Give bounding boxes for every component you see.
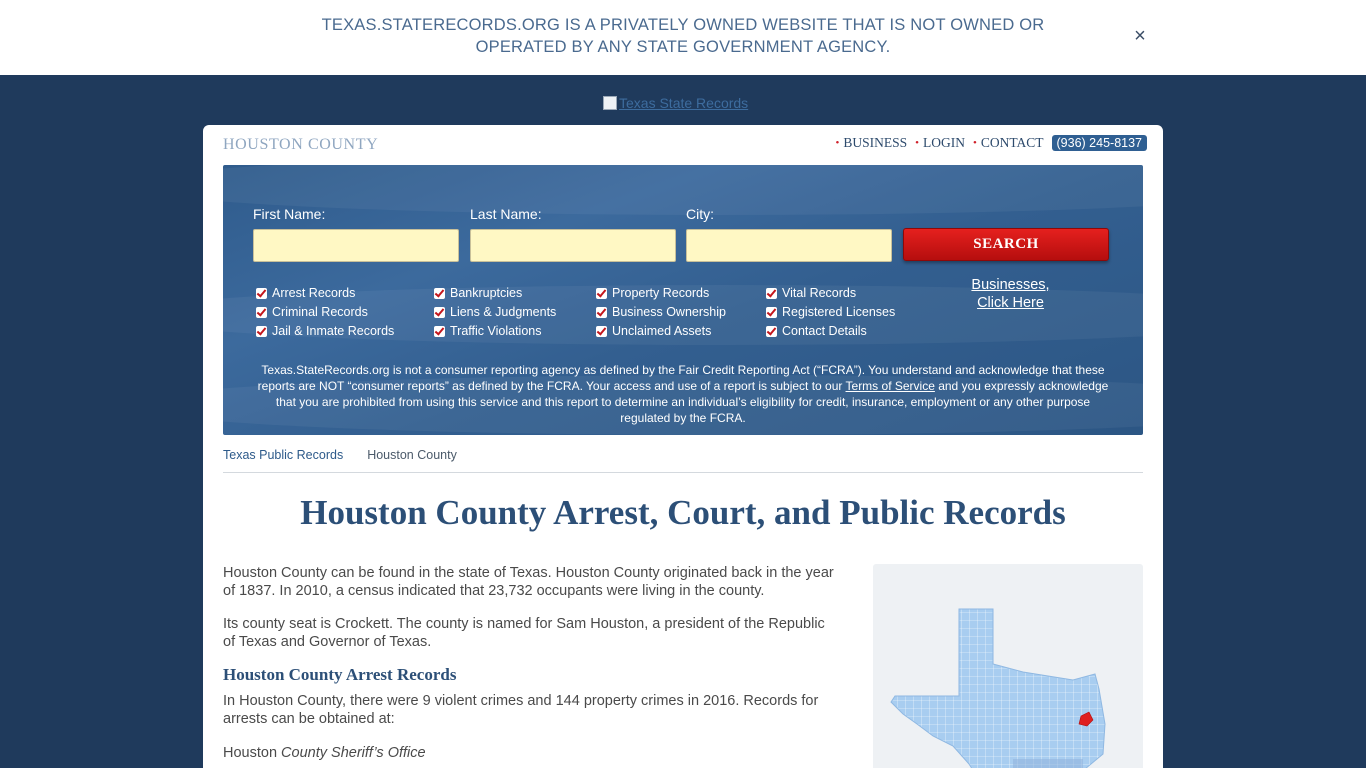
top-nav: • BUSINESS • LOGIN • CONTACT (936) 245-8137 [835,135,1147,151]
page-title: Houston County Arrest, Court, and Public… [300,493,1066,532]
privacy-notice-text: TEXAS.STATERECORDS.ORG IS A PRIVATELY OW… [321,16,1045,56]
site-logo-link[interactable]: Texas State Records [603,95,748,111]
phone-badge[interactable]: (936) 245-8137 [1051,135,1147,151]
close-icon[interactable]: × [1131,26,1149,46]
checkbox-arrest-records[interactable]: Arrest Records [256,285,394,301]
checkbox-bankruptcies[interactable]: Bankruptcies [434,285,556,301]
checkbox-checked-icon[interactable] [596,287,607,299]
checkbox-checked-icon[interactable] [596,306,607,318]
checkbox-checked-icon[interactable] [434,306,445,318]
checkbox-checked-icon[interactable] [256,287,267,299]
checkbox-unclaimed-assets[interactable]: Unclaimed Assets [596,323,726,339]
checkbox-checked-icon[interactable] [434,325,445,337]
checkbox-checked-icon[interactable] [766,325,777,337]
arrest-records-paragraph: In Houston County, there were 9 violent … [223,693,819,727]
checkbox-business-ownership[interactable]: Business Ownership [596,304,726,320]
nav-business[interactable]: • BUSINESS [835,135,907,151]
city-label: City: [686,206,714,222]
checkbox-checked-icon[interactable] [434,287,445,299]
checkbox-jail-inmate-records[interactable]: Jail & Inmate Records [256,323,394,339]
breadcrumb-current: Houston County [367,448,457,462]
arrest-records-heading: Houston County Arrest Records [223,665,457,684]
texas-shape [890,608,1106,768]
checkbox-liens-judgments[interactable]: Liens & Judgments [434,304,556,320]
texas-map-icon [890,608,1106,768]
checkbox-registered-licenses[interactable]: Registered Licenses [766,304,895,320]
bullet-icon: • [835,137,840,149]
checkbox-criminal-records[interactable]: Criminal Records [256,304,394,320]
nav-contact[interactable]: • CONTACT [973,135,1044,151]
county-header-title: HOUSTON COUNTY [223,136,379,153]
checkbox-checked-icon[interactable] [596,325,607,337]
flag-wave-decoration [223,165,1143,215]
checkbox-column: Property Records Business Ownership Uncl… [596,285,726,339]
checkbox-checked-icon[interactable] [256,306,267,318]
logo-alt-text: Texas State Records [619,95,749,111]
fcra-disclaimer: Texas.StateRecords.org is not a consumer… [257,363,1109,425]
checkbox-traffic-violations[interactable]: Traffic Violations [434,323,556,339]
breadcrumb-texas-public-records[interactable]: Texas Public Records [223,448,343,462]
broken-image-icon [603,96,617,110]
last-name-label: Last Name: [470,206,542,222]
checkbox-checked-icon[interactable] [256,325,267,337]
bullet-icon: • [915,137,919,149]
search-button[interactable]: SEARCH [903,228,1109,261]
map-shaded-region [1013,759,1083,768]
sheriff-office-line: Houston County Sheriff’s Office [223,745,426,761]
first-name-input[interactable] [253,229,459,262]
checkbox-contact-details[interactable]: Contact Details [766,323,895,339]
checkbox-vital-records[interactable]: Vital Records [766,285,895,301]
checkbox-column: Arrest Records Criminal Records Jail & I… [256,285,394,339]
checkbox-checked-icon[interactable] [766,306,777,318]
checkbox-property-records[interactable]: Property Records [596,285,726,301]
content-card: HOUSTON COUNTY • BUSINESS • LOGIN • CONTACT… [203,125,1163,768]
breadcrumb: Texas Public Records Houston County [223,448,457,462]
checkbox-column: Vital Records Registered Licenses Contac… [766,285,895,339]
last-name-input[interactable] [470,229,676,262]
nav-login[interactable]: • LOGIN [915,135,965,151]
bullet-icon: • [972,137,977,149]
divider [223,472,1143,473]
businesses-link[interactable]: Businesses, Click Here [963,276,1058,312]
privacy-notice-bar: TEXAS.STATERECORDS.ORG IS A PRIVATELY OW… [0,0,1366,75]
city-input[interactable] [686,229,892,262]
sheriff-office-name: County Sheriff’s Office [281,745,426,761]
checkbox-column: Bankruptcies Liens & Judgments Traffic V… [434,285,556,339]
county-map [873,564,1143,768]
search-panel: First Name: Last Name: City: SEARCH Arre… [223,165,1143,435]
checkbox-checked-icon[interactable] [766,287,777,299]
first-name-label: First Name: [253,206,326,222]
intro-paragraph: Houston County can be found in the state… [223,565,834,599]
county-seat-paragraph: Its county seat is Crockett. The county … [223,616,825,650]
terms-of-service-link[interactable]: Terms of Service [846,379,935,393]
